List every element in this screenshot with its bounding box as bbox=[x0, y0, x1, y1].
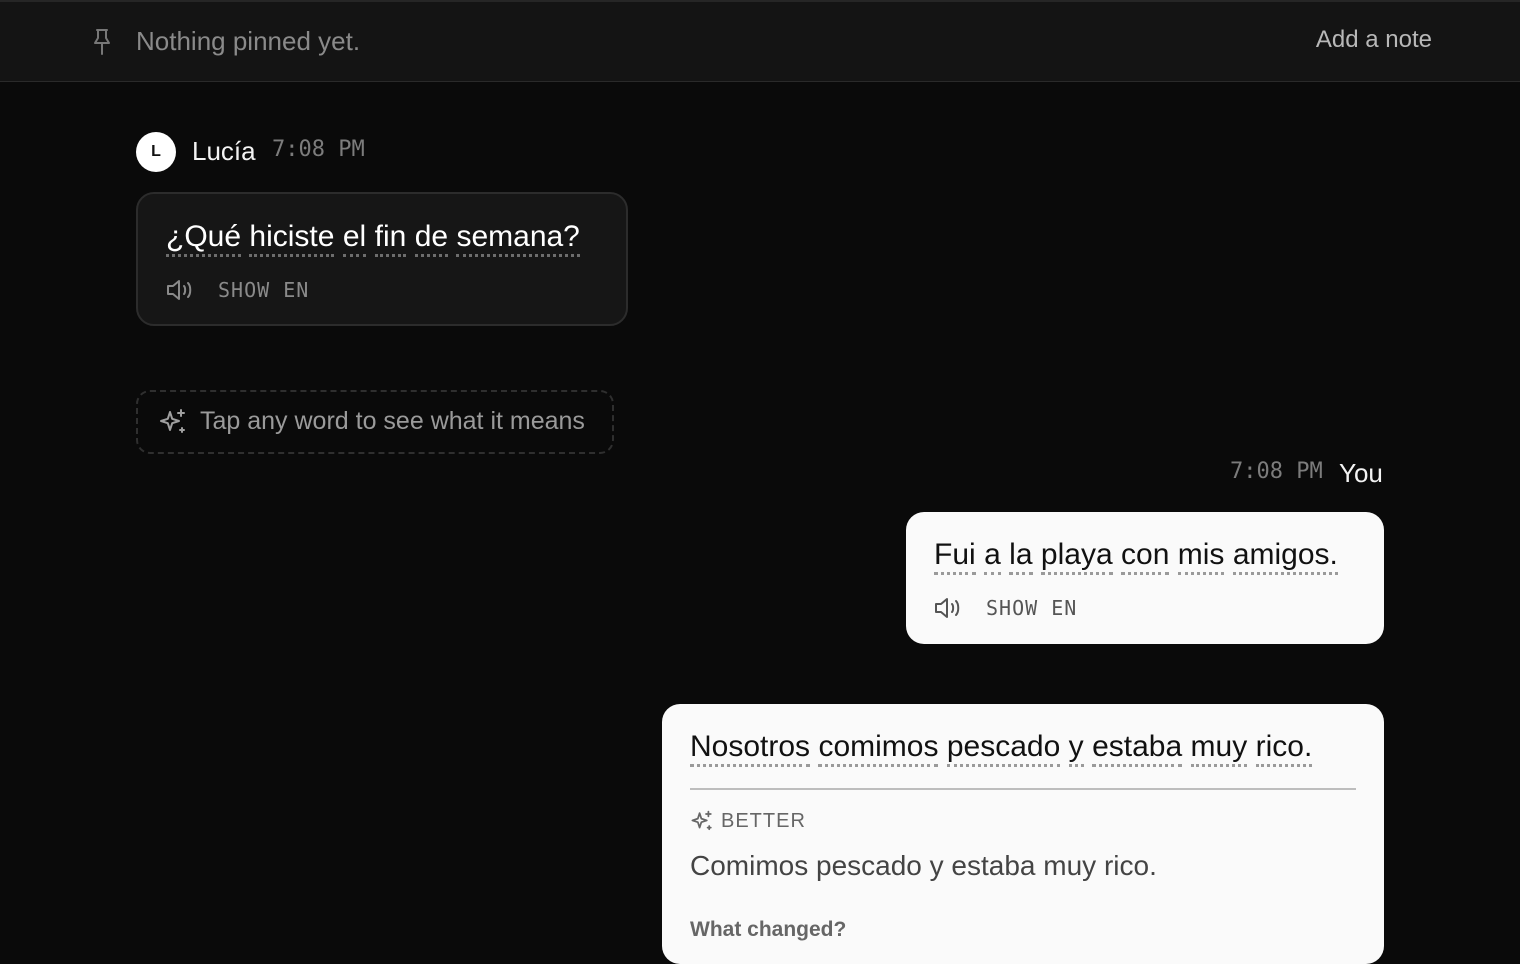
correction-card: Nosotros comimos pescado y estaba muy rico. BE… bbox=[662, 704, 1384, 964]
word-token[interactable]: pescado bbox=[946, 730, 1061, 767]
word-token[interactable]: semana? bbox=[456, 220, 580, 257]
avatar: L bbox=[136, 132, 176, 172]
sender-name: You bbox=[1339, 458, 1383, 488]
word-token[interactable]: ¿Qué bbox=[166, 220, 242, 257]
word-token[interactable]: comimos bbox=[818, 730, 939, 767]
better-text: Comimos pescado y estaba muy rico. bbox=[690, 850, 1157, 881]
message-bubble-you: Fui a la playa con mis amigos. SHOW EN bbox=[906, 512, 1384, 644]
word-token[interactable]: rico. bbox=[1255, 730, 1313, 767]
word-token[interactable]: amigos. bbox=[1232, 538, 1338, 575]
better-label: BETTER bbox=[721, 810, 806, 832]
what-changed-toggle[interactable]: What changed? bbox=[690, 918, 846, 942]
pin-icon bbox=[94, 29, 110, 55]
word-token[interactable]: y bbox=[1068, 730, 1084, 767]
message-text: ¿Qué hiciste el fin de semana? bbox=[166, 220, 580, 257]
pinned-empty-text: Nothing pinned yet. bbox=[136, 26, 361, 56]
sender-name: Lucía bbox=[192, 136, 256, 166]
word-token[interactable]: fin bbox=[374, 220, 407, 257]
sparkles-icon bbox=[160, 409, 185, 433]
message-text: Fui a la playa con mis amigos. bbox=[934, 538, 1338, 575]
word-token[interactable]: Fui bbox=[934, 538, 976, 575]
speaker-icon[interactable] bbox=[934, 596, 962, 620]
divider bbox=[690, 788, 1356, 790]
word-token[interactable]: la bbox=[1009, 538, 1033, 575]
word-token[interactable]: muy bbox=[1190, 730, 1248, 767]
message-text: Nosotros comimos pescado y estaba muy rico. bbox=[690, 730, 1313, 767]
pinned-bar: Nothing pinned yet. Add a note bbox=[0, 0, 1520, 82]
word-token[interactable]: el bbox=[342, 220, 367, 257]
word-token[interactable]: playa bbox=[1040, 538, 1113, 575]
sparkles-icon bbox=[691, 810, 712, 831]
word-token[interactable]: hiciste bbox=[249, 220, 335, 257]
word-token[interactable]: mis bbox=[1177, 538, 1225, 575]
message-time: 7:08 PM bbox=[1230, 459, 1323, 484]
message-time: 7:08 PM bbox=[272, 137, 365, 162]
tap-word-hint: Tap any word to see what it means bbox=[136, 390, 614, 454]
message-bubble-lucia: ¿Qué hiciste el fin de semana? SHOW EN bbox=[136, 192, 628, 326]
speaker-icon[interactable] bbox=[166, 278, 194, 302]
add-note-button[interactable]: Add a note bbox=[1316, 26, 1432, 54]
word-token[interactable]: a bbox=[984, 538, 1001, 575]
word-token[interactable]: Nosotros bbox=[690, 730, 811, 767]
hint-text: Tap any word to see what it means bbox=[200, 407, 585, 435]
word-token[interactable]: de bbox=[414, 220, 449, 257]
show-english-button[interactable]: SHOW EN bbox=[986, 596, 1077, 620]
word-token[interactable]: con bbox=[1121, 538, 1170, 575]
show-english-button[interactable]: SHOW EN bbox=[218, 278, 309, 302]
word-token[interactable]: estaba bbox=[1092, 730, 1183, 767]
